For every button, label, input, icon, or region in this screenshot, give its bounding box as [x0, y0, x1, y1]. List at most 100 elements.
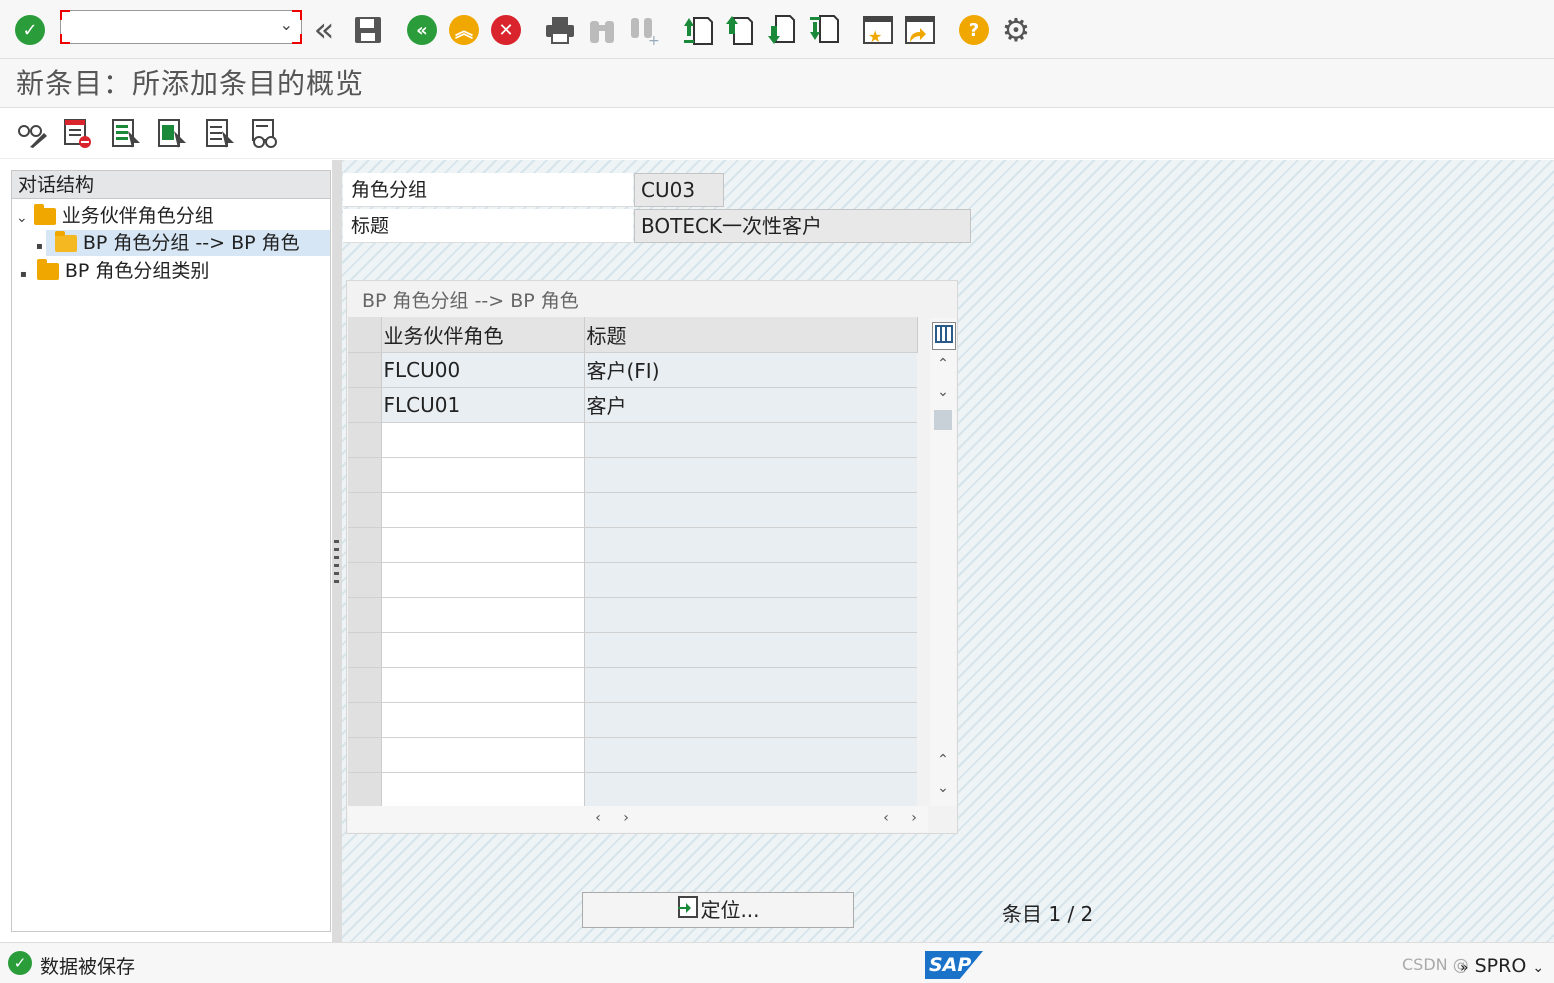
- exit-icon[interactable]: ︽: [446, 12, 482, 48]
- title-cell: [584, 457, 917, 493]
- scroll-page-down-icon[interactable]: ⌄: [933, 778, 953, 798]
- table-row[interactable]: [348, 562, 917, 598]
- command-field[interactable]: ⌄: [60, 10, 302, 44]
- deselect-all-icon[interactable]: [204, 117, 236, 149]
- transaction-code-label: SPRO: [1474, 955, 1527, 977]
- scroll-up-icon[interactable]: ⌃: [933, 354, 953, 374]
- role-cell[interactable]: [381, 632, 585, 668]
- table-row[interactable]: [348, 702, 917, 738]
- table-row[interactable]: FLCU01 客户: [348, 387, 917, 423]
- expand-icon[interactable]: »: [1460, 960, 1469, 976]
- row-selector[interactable]: [348, 562, 382, 598]
- role-cell[interactable]: [381, 597, 585, 633]
- entry-counter-label: 条目: [1002, 902, 1042, 926]
- print-view-icon[interactable]: [250, 117, 282, 149]
- scroll-thumb[interactable]: [934, 410, 952, 430]
- row-selector[interactable]: [348, 632, 382, 668]
- table-row[interactable]: [348, 772, 917, 808]
- shortcut-icon[interactable]: [902, 12, 938, 48]
- role-cell[interactable]: [381, 527, 585, 563]
- back-double-icon[interactable]: «: [306, 10, 342, 50]
- position-button[interactable]: 定位...: [582, 892, 854, 928]
- find-next-icon[interactable]: +: [626, 12, 662, 48]
- back-icon[interactable]: «: [404, 12, 440, 48]
- role-cell[interactable]: FLCU01: [381, 387, 585, 423]
- create-session-icon[interactable]: ★: [860, 12, 896, 48]
- change-display-icon[interactable]: [16, 117, 48, 149]
- transaction-code[interactable]: » SPRO ⌄: [1460, 955, 1544, 977]
- tree-node-role-mapping[interactable]: ▪ BP 角色分组 --> BP 角色: [36, 230, 300, 256]
- row-selector[interactable]: [348, 772, 382, 808]
- row-selector[interactable]: [348, 737, 382, 773]
- row-selector[interactable]: [348, 387, 382, 423]
- role-cell[interactable]: [381, 562, 585, 598]
- table-row[interactable]: [348, 422, 917, 458]
- help-icon[interactable]: ?: [956, 12, 992, 48]
- table-row[interactable]: [348, 597, 917, 633]
- group-value-field: CU03: [634, 173, 724, 207]
- table-row[interactable]: [348, 492, 917, 528]
- select-all-icon[interactable]: [110, 117, 142, 149]
- select-all-column[interactable]: [348, 317, 382, 353]
- table-row[interactable]: [348, 737, 917, 773]
- scroll-page-up-icon[interactable]: ⌃: [933, 750, 953, 770]
- scroll-right-icon[interactable]: ›: [904, 808, 924, 828]
- scroll-right-icon[interactable]: ›: [616, 808, 636, 828]
- previous-page-icon[interactable]: [722, 12, 758, 48]
- svg-text:+: +: [648, 33, 660, 46]
- svg-text:★: ★: [868, 27, 882, 46]
- row-selector[interactable]: [348, 422, 382, 458]
- chevron-down-icon[interactable]: ⌄: [16, 210, 28, 226]
- row-selector[interactable]: [348, 702, 382, 738]
- first-page-icon[interactable]: [680, 12, 716, 48]
- scroll-left-icon[interactable]: ‹: [876, 808, 896, 828]
- cancel-icon[interactable]: ✕: [488, 12, 524, 48]
- column-header-title[interactable]: 标题: [584, 317, 918, 353]
- scroll-down-icon[interactable]: ⌄: [933, 382, 953, 402]
- role-cell[interactable]: FLCU00: [381, 352, 585, 388]
- table-row[interactable]: [348, 667, 917, 703]
- open-folder-icon: [54, 231, 77, 252]
- find-icon[interactable]: [584, 12, 620, 48]
- role-cell[interactable]: [381, 702, 585, 738]
- row-selector[interactable]: [348, 667, 382, 703]
- title-cell: 客户: [584, 387, 917, 423]
- bullet-icon: ▪: [20, 269, 27, 280]
- row-selector[interactable]: [348, 492, 382, 528]
- last-page-icon[interactable]: [806, 12, 842, 48]
- role-cell[interactable]: [381, 422, 585, 458]
- next-page-icon[interactable]: [764, 12, 800, 48]
- scroll-left-icon[interactable]: ‹: [588, 808, 608, 828]
- save-icon[interactable]: [350, 12, 386, 48]
- pane-splitter[interactable]: [332, 160, 342, 942]
- table-row[interactable]: [348, 457, 917, 493]
- tree-node-role-grouping[interactable]: ⌄ 业务伙伴角色分组: [16, 203, 214, 229]
- row-selector[interactable]: [348, 352, 382, 388]
- role-cell[interactable]: [381, 457, 585, 493]
- row-selector[interactable]: [348, 597, 382, 633]
- table-group-title: BP 角色分组 --> BP 角色: [362, 290, 579, 312]
- chevron-down-icon[interactable]: ⌄: [280, 15, 293, 34]
- role-cell[interactable]: [381, 667, 585, 703]
- delete-icon[interactable]: [62, 117, 94, 149]
- vertical-scrollbar[interactable]: ⌃ ⌄ ⌃ ⌄: [930, 318, 956, 806]
- column-settings-icon[interactable]: [932, 322, 956, 350]
- horizontal-scrollbar[interactable]: ‹ › ‹ ›: [348, 806, 928, 832]
- select-block-icon[interactable]: [156, 117, 188, 149]
- tree-node-role-grouping-category[interactable]: ▪ BP 角色分组类别: [20, 258, 209, 284]
- row-selector[interactable]: [348, 527, 382, 563]
- status-message[interactable]: 数据被保存: [40, 952, 135, 979]
- role-cell[interactable]: [381, 492, 585, 528]
- title-value-field: BOTECK一次性客户: [634, 209, 971, 243]
- print-icon[interactable]: [542, 12, 578, 48]
- chevron-down-icon[interactable]: ⌄: [1532, 960, 1544, 976]
- role-cell[interactable]: [381, 737, 585, 773]
- settings-icon[interactable]: ⚙: [998, 11, 1034, 49]
- enter-icon[interactable]: ✓: [12, 12, 48, 48]
- role-cell[interactable]: [381, 772, 585, 808]
- table-row[interactable]: [348, 632, 917, 668]
- table-row[interactable]: FLCU00 客户(FI): [348, 352, 917, 388]
- table-row[interactable]: [348, 527, 917, 563]
- column-header-role[interactable]: 业务伙伴角色: [381, 317, 585, 353]
- row-selector[interactable]: [348, 457, 382, 493]
